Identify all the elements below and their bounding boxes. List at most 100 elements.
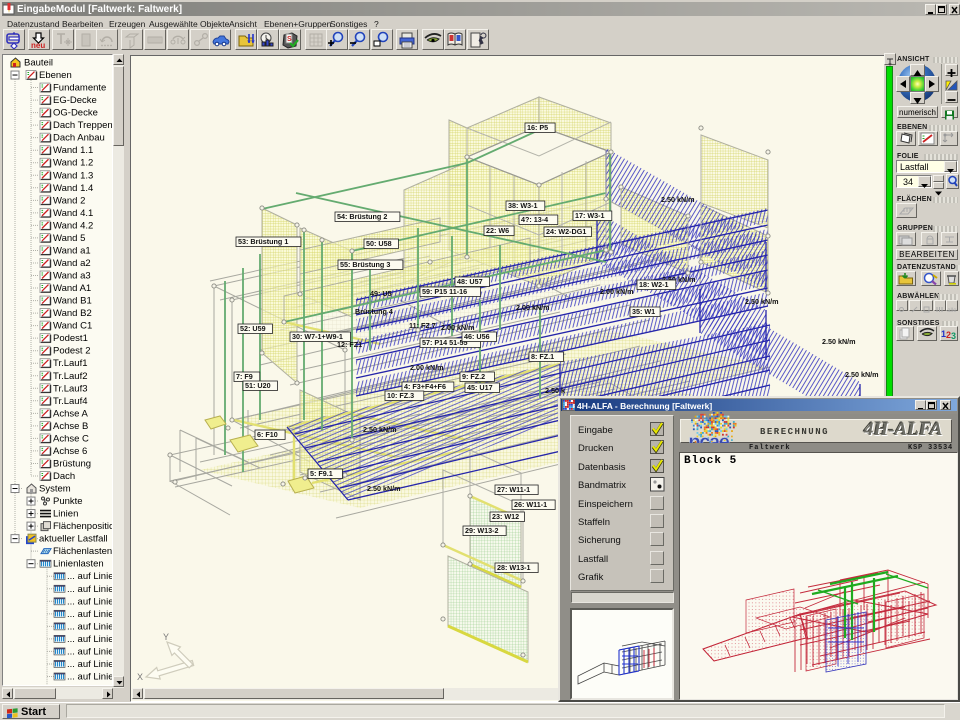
svg-text:2.50 kN/m: 2.50 kN/m [845,370,879,379]
svg-text:Wand a1: Wand a1 [53,245,91,256]
svg-text:Bauteil: Bauteil [24,58,53,69]
svg-text:... auf Linie 7: ... auf Linie 7 [67,684,112,685]
svg-text:8: FZ.1: 8: FZ.1 [531,352,554,361]
svg-text:4: F3+F4+F6: 4: F3+F4+F6 [404,382,446,391]
svg-text:4?: 13-4: 4?: 13-4 [521,215,548,224]
svg-text:11: FZ.7: 11: FZ.7 [409,321,436,330]
svg-text:Wand C1: Wand C1 [53,321,92,332]
svg-text:3: 3 [951,331,956,340]
svg-text:Wand A1: Wand A1 [53,283,91,294]
svg-text:Wand a3: Wand a3 [53,271,91,282]
svg-text:Wand 1.3: Wand 1.3 [53,170,93,181]
svg-text:Wand 1.4: Wand 1.4 [53,183,93,194]
svg-text:Tr.Lauf3: Tr.Lauf3 [53,383,88,394]
svg-text:2.50 kN/m: 2.50 kN/m [822,337,856,346]
svg-text:Wand 4.2: Wand 4.2 [53,220,93,231]
svg-text:Podest1: Podest1 [53,333,88,344]
svg-text:2.50 kN/m: 2.50 kN/m [367,484,401,493]
svg-text:Flächenposition: Flächenposition [53,521,112,532]
svg-text:... auf Linie 9: ... auf Linie 9 [67,609,112,620]
svg-text:Wand 2: Wand 2 [53,195,85,206]
svg-text:27: W11-1: 27: W11-1 [497,485,530,494]
svg-text:Brüstung 4: Brüstung 4 [355,307,393,316]
svg-text:29: W13-2: 29: W13-2 [465,526,499,535]
svg-text:54: Brüstung 2: 54: Brüstung 2 [337,212,387,221]
svg-text:48: U57: 48: U57 [457,277,483,286]
svg-text:9: FZ.2: 9: FZ.2 [462,372,485,381]
svg-text:57: P14 51-55: 57: P14 51-55 [422,338,468,347]
svg-text:30: W7-1+W9-1: 30: W7-1+W9-1 [292,332,343,341]
svg-text:2.50 kN/m: 2.50 kN/m [745,297,779,306]
svg-text:OG-Decke: OG-Decke [53,108,98,119]
svg-text:Ebenen: Ebenen [39,70,72,81]
svg-text:35: W1: 35: W1 [632,307,655,316]
svg-text:Wand B1: Wand B1 [53,296,92,307]
svg-text:Linien: Linien [53,509,78,520]
svg-text:aktueller Lastfall: aktueller Lastfall [39,534,108,545]
svg-text:38: W3-1: 38: W3-1 [508,201,538,210]
svg-text:49: U5: 49: U5 [370,289,392,298]
svg-text:55: Brüstung 3: 55: Brüstung 3 [340,260,390,269]
svg-text:Achse B: Achse B [53,421,88,432]
svg-text:22: W6: 22: W6 [486,226,509,235]
svg-text:Wand a2: Wand a2 [53,258,91,269]
svg-text:Fundamente: Fundamente [53,83,106,94]
svg-text:59: P15 11-16: 59: P15 11-16 [422,287,467,296]
svg-text:2.00 kN/m: 2.00 kN/m [410,363,444,372]
svg-text:... auf Linie 6: ... auf Linie 6 [67,634,112,645]
svg-text:52: U59: 52: U59 [240,324,266,333]
svg-text:18: W2-1: 18: W2-1 [639,280,669,289]
svg-text:50: U58: 50: U58 [366,239,392,248]
svg-text:10: FZ.3: 10: FZ.3 [387,391,414,400]
svg-text:46: U56: 46: U56 [464,332,490,341]
svg-text:... auf Linie 7: ... auf Linie 7 [67,671,112,682]
svg-text:System: System [39,484,71,495]
svg-text:53: Brüstung 1: 53: Brüstung 1 [238,237,288,246]
svg-text:Wand 1.2: Wand 1.2 [53,158,93,169]
svg-text:23: W12: 23: W12 [492,512,519,521]
svg-text:... auf Linie 6: ... auf Linie 6 [67,659,112,670]
svg-text:2.50 k: 2.50 k [545,386,565,395]
svg-text:Flächenlasten: Flächenlasten [53,546,112,557]
svg-text:Achse 6: Achse 6 [53,446,87,457]
svg-text:Achse A: Achse A [53,408,89,419]
svg-text:2.50 kN/m: 2.50 kN/m [363,425,397,434]
svg-text:28: W13-1: 28: W13-1 [497,563,531,572]
svg-text:24: W2-DG1: 24: W2-DG1 [546,227,586,236]
svg-text:alle: alle [948,308,958,314]
svg-text:Tr.Lauf1: Tr.Lauf1 [53,358,88,369]
svg-text:51: U20: 51: U20 [245,381,271,390]
svg-text:... auf Linie 9: ... auf Linie 9 [67,621,112,632]
svg-text:Achse C: Achse C [53,433,89,444]
svg-text:Linienlasten: Linienlasten [53,559,104,570]
svg-text:2.00 kN/m: 2.00 kN/m [600,287,634,296]
svg-text:Dach: Dach [53,471,75,482]
svg-text:5: F9.1: 5: F9.1 [310,469,333,478]
svg-text:17: W3-1: 17: W3-1 [575,211,605,220]
svg-text:Tr.Lauf2: Tr.Lauf2 [53,371,88,382]
svg-text:Dach Treppenha: Dach Treppenha [53,120,112,131]
svg-text:... auf Linie 6: ... auf Linie 6 [67,646,112,657]
svg-text:... auf Linie 8: ... auf Linie 8 [67,596,112,607]
svg-text:26: W11-1: 26: W11-1 [514,500,547,509]
svg-text:Y: Y [163,632,169,642]
svg-text:Tr.Lauf4: Tr.Lauf4 [53,396,88,407]
svg-text:Wand 1.1: Wand 1.1 [53,145,93,156]
svg-text:6: F10: 6: F10 [257,430,278,439]
svg-text:Dach Anbau: Dach Anbau [53,133,105,144]
svg-text:Wand 5: Wand 5 [53,233,85,244]
svg-text:Wand 4.1: Wand 4.1 [53,208,93,219]
svg-text:... auf Linie 5: ... auf Linie 5 [67,571,112,582]
svg-text:EG-Decke: EG-Decke [53,95,97,106]
svg-text:Brüstung: Brüstung [53,458,91,469]
svg-text:45: U17: 45: U17 [467,383,493,392]
svg-text:Wand B2: Wand B2 [53,308,92,319]
svg-text:neu: neu [31,41,45,49]
svg-text:2.00 kN/m: 2.00 kN/m [516,303,550,312]
svg-text:16: P5: 16: P5 [527,123,548,132]
svg-text:Punkte: Punkte [53,496,83,507]
svg-text:2.00 kN/m: 2.00 kN/m [441,323,475,332]
svg-text:... auf Linie 5: ... auf Linie 5 [67,584,112,595]
svg-text:X: X [137,672,143,682]
svg-text:7: F9: 7: F9 [236,372,253,381]
